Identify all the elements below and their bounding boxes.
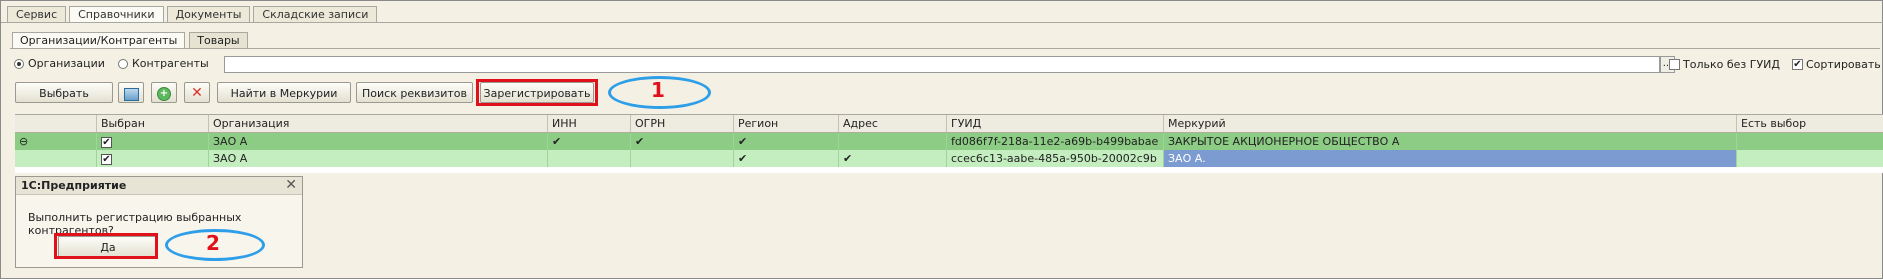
table-icon [123, 87, 139, 101]
highlight-box [476, 79, 598, 106]
close-icon[interactable]: ✕ [285, 177, 297, 194]
region-cell: ✔ [734, 150, 839, 167]
column-header[interactable]: Адрес [839, 115, 947, 132]
delete-button[interactable]: ✕ [184, 82, 210, 103]
checkbox-checked-icon[interactable]: ✔ [101, 136, 112, 148]
table-header: Выбран Организация ИНН ОГРН Регион Адрес… [15, 115, 1883, 133]
checkbox-checked-icon[interactable]: ✔ [101, 153, 112, 165]
inn-cell [548, 150, 631, 167]
table-row[interactable]: ⊖ ✔ ЗАО А ✔ ✔ ✔ fd086f7f-218a-11e2-a69b-… [15, 133, 1883, 150]
selected-cell[interactable]: ✔ [97, 133, 209, 150]
checkbox-icon [1669, 59, 1680, 70]
address-cell: ✔ [839, 150, 947, 167]
checkbox-label: Сортировать [1806, 58, 1881, 71]
add-button[interactable]: + [151, 82, 177, 103]
org-cell: ЗАО А [209, 133, 548, 150]
row-marker [15, 150, 97, 167]
selected-cell[interactable]: ✔ [97, 150, 209, 167]
column-header[interactable]: ИНН [548, 115, 631, 132]
table-edit-button[interactable] [118, 82, 144, 103]
add-icon: + [157, 87, 171, 101]
radio-contractors[interactable]: Контрагенты [118, 57, 209, 70]
table-row[interactable]: ✔ ЗАО А ✔ ✔ ccec6c13-aabe-485a-950b-2000… [15, 150, 1883, 167]
search-input[interactable] [224, 56, 1660, 73]
column-header[interactable] [15, 115, 97, 132]
radio-selected-icon [14, 58, 24, 69]
column-header[interactable]: Организация [209, 115, 548, 132]
top-tabs: Сервис Справочники Документы Складские з… [7, 6, 380, 23]
tab-warehouse-records[interactable]: Складские записи [253, 6, 378, 22]
collapse-icon[interactable]: ⊖ [15, 133, 97, 150]
tab-documents[interactable]: Документы [166, 6, 251, 22]
find-in-mercury-button[interactable]: Найти в Меркурии [217, 82, 351, 103]
select-button[interactable]: Выбрать [15, 82, 113, 103]
divider [10, 48, 1880, 49]
ogrn-cell: ✔ [631, 133, 734, 150]
address-cell [839, 133, 947, 150]
mercury-cell[interactable]: ЗАО А. [1164, 150, 1737, 167]
mercury-cell: ЗАКРЫТОЕ АКЦИОНЕРНОЕ ОБЩЕСТВО А [1164, 133, 1737, 150]
column-header[interactable]: ОГРН [631, 115, 734, 132]
radio-unselected-icon [118, 58, 128, 69]
column-header[interactable]: Регион [734, 115, 839, 132]
region-cell: ✔ [734, 133, 839, 150]
radio-label: Контрагенты [132, 57, 209, 70]
org-cell: ЗАО А [209, 150, 548, 167]
search-requisites-button[interactable]: Поиск реквизитов [356, 82, 473, 103]
step-number: 1 [651, 78, 665, 102]
dialog-title: 1С:Предприятие [16, 177, 302, 195]
delete-icon: ✕ [191, 85, 203, 101]
contractors-table: Выбран Организация ИНН ОГРН Регион Адрес… [15, 114, 1883, 173]
tab-service[interactable]: Сервис [7, 6, 67, 22]
app-window: Сервис Справочники Документы Складские з… [0, 0, 1883, 279]
only-without-guid-checkbox[interactable]: Только без ГУИД [1669, 58, 1780, 71]
has-choice-cell [1737, 150, 1883, 167]
checkbox-label: Только без ГУИД [1683, 58, 1780, 71]
column-header[interactable]: Выбран [97, 115, 209, 132]
guid-cell: ccec6c13-aabe-485a-950b-20002c9b [947, 150, 1164, 167]
highlight-box [54, 233, 158, 259]
sort-checkbox[interactable]: ✔ Сортировать [1792, 58, 1881, 71]
column-header[interactable]: ГУИД [947, 115, 1164, 132]
divider [1, 22, 1883, 23]
radio-organizations[interactable]: Организации [14, 57, 105, 70]
step-number: 2 [206, 231, 220, 255]
tab-organizations-contractors[interactable]: Организации/Контрагенты [12, 32, 186, 49]
column-header[interactable]: Меркурий [1164, 115, 1737, 132]
tab-references[interactable]: Справочники [69, 6, 164, 23]
radio-label: Организации [28, 57, 105, 70]
has-choice-cell [1737, 133, 1883, 150]
sub-tabs: Организации/Контрагенты Товары [12, 32, 252, 49]
inn-cell: ✔ [548, 133, 631, 150]
column-header[interactable]: Есть выбор [1737, 115, 1883, 132]
guid-cell: fd086f7f-218a-11e2-a69b-b499babae [947, 133, 1164, 150]
checkbox-checked-icon: ✔ [1792, 59, 1803, 70]
tab-goods[interactable]: Товары [189, 32, 248, 48]
ogrn-cell [631, 150, 734, 167]
